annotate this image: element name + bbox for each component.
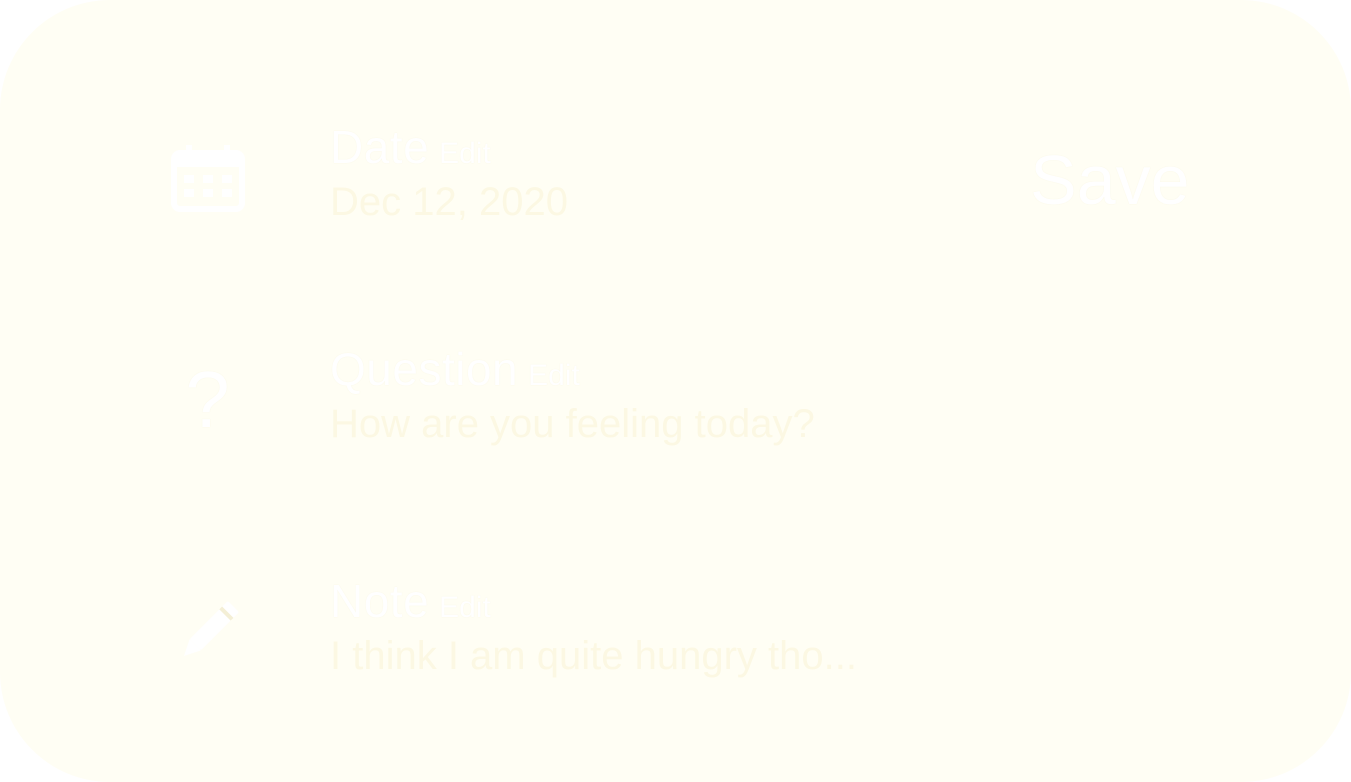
question-row: ? Question Edit How are you feeling today… xyxy=(0,342,1351,472)
question-mark-icon: ? xyxy=(150,342,265,457)
question-title: Question xyxy=(330,343,519,395)
note-title: Note xyxy=(330,575,430,627)
note-row: Note Edit I think I am quite hungry tho..… xyxy=(0,574,1351,704)
note-title-line: Note Edit xyxy=(330,574,491,630)
question-title-line: Question Edit xyxy=(330,342,580,398)
question-value: How are you feeling today? xyxy=(330,402,815,446)
date-title: Date xyxy=(330,121,430,173)
date-value: Dec 12, 2020 xyxy=(330,180,568,224)
question-mark-glyph: ? xyxy=(185,354,230,444)
date-title-line: Date Edit xyxy=(330,120,491,176)
date-row: Date Edit Dec 12, 2020 xyxy=(0,120,1351,250)
note-value: I think I am quite hungry tho... xyxy=(330,634,857,678)
question-edit-button[interactable]: Edit xyxy=(528,359,580,392)
pencil-icon xyxy=(150,574,265,689)
date-edit-button[interactable]: Edit xyxy=(439,137,491,170)
calendar-icon xyxy=(150,120,265,235)
entry-card: Save Date Edit Dec 12, 2020 ? Question E… xyxy=(0,0,1351,782)
note-edit-button[interactable]: Edit xyxy=(439,591,491,624)
